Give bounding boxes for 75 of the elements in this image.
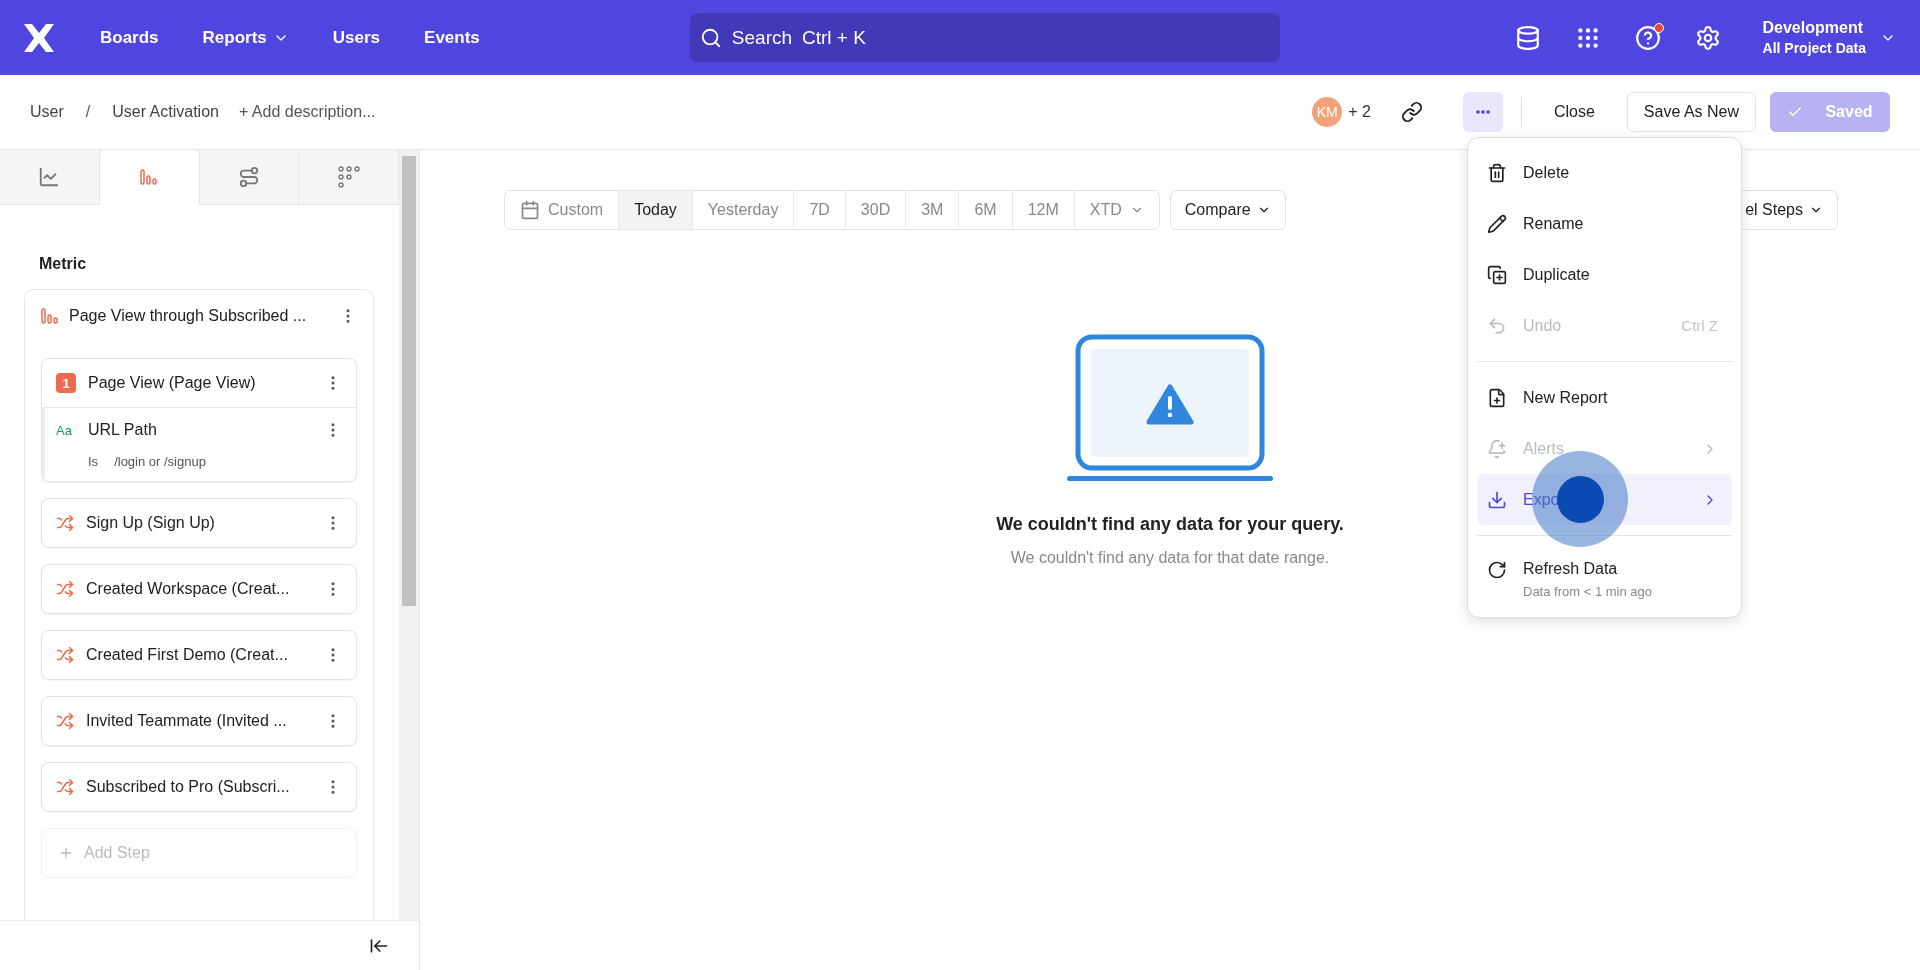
step-label: Sign Up (Sign Up) — [86, 514, 216, 532]
ellipsis-icon — [1475, 110, 1490, 114]
breadcrumb-separator: / — [85, 103, 91, 121]
empty-title: We couldn't find any data for your query. — [996, 514, 1344, 535]
search-label: Search — [731, 26, 793, 49]
menu-item[interactable]: Rename — [1477, 198, 1732, 249]
nav-item[interactable]: Events — [424, 27, 480, 48]
settings-icon[interactable] — [1694, 24, 1721, 51]
refresh-icon — [1487, 560, 1507, 580]
text-type-label: Aa — [56, 422, 73, 438]
shuffle-icon — [56, 646, 74, 664]
nav-item[interactable]: Boards — [100, 27, 159, 48]
more-button[interactable] — [1462, 92, 1503, 132]
pencil-icon — [1487, 213, 1507, 234]
close-button[interactable]: Close — [1543, 95, 1605, 129]
step-label: Subscribed to Pro (Subscri... — [86, 778, 291, 796]
breadcrumb-item[interactable]: User — [30, 103, 64, 121]
step-card[interactable]: Sign Up (Sign Up) — [41, 498, 357, 548]
step-card[interactable]: Created Workspace (Creat... — [41, 564, 357, 614]
help-icon[interactable] — [1634, 24, 1661, 51]
step-card[interactable]: 1 Page View (Page View) Aa URL Path Is /login or /signup — [41, 358, 357, 482]
step-card[interactable]: Created First Demo (Creat... — [41, 630, 357, 680]
menu-item[interactable]: Duplicate — [1477, 249, 1732, 300]
shuffle-icon — [56, 580, 74, 598]
trash-icon — [1487, 162, 1507, 183]
compare-button[interactable]: Compare — [1169, 190, 1286, 230]
collaborator-count: + 2 — [1348, 103, 1371, 121]
date-range-option[interactable]: Custom — [505, 191, 620, 229]
shuffle-icon — [56, 514, 74, 532]
calendar-icon — [520, 200, 540, 220]
file-plus-icon — [1487, 387, 1507, 408]
bell-plus-icon — [1487, 438, 1507, 459]
sidebar-tab[interactable] — [199, 150, 300, 205]
menu-item[interactable]: New Report — [1477, 372, 1732, 423]
shuffle-icon — [56, 778, 74, 796]
plus-icon — [58, 845, 74, 861]
search-icon — [699, 26, 722, 49]
step-label: Invited Teammate (Invited ... — [86, 712, 288, 730]
copy-plus-icon — [1487, 264, 1507, 285]
dots-icon — [337, 166, 360, 188]
logo-icon[interactable] — [24, 23, 54, 52]
download-icon — [1487, 489, 1507, 510]
breadcrumb-item[interactable]: User Activation — [112, 103, 219, 121]
step-card[interactable]: Subscribed to Pro (Subscri... — [41, 762, 357, 812]
scrollbar[interactable] — [399, 150, 419, 920]
nav-item[interactable]: Reports — [202, 27, 289, 48]
filter-operator: Is — [88, 454, 99, 469]
step-card[interactable]: Invited Teammate (Invited ... — [41, 696, 357, 746]
step-label: Created Workspace (Creat... — [86, 580, 291, 598]
step-number: 1 — [56, 373, 76, 393]
bar-chart-icon — [140, 169, 159, 185]
filter-value: /login or /signup — [114, 454, 206, 469]
save-as-new-button[interactable]: Save As New — [1626, 92, 1756, 132]
shortcut-label: Ctrl + K — [802, 26, 866, 49]
shortcut-label: Ctrl Z — [1681, 317, 1718, 334]
empty-message: We couldn't find any data for that date range. — [1010, 549, 1330, 567]
undo-icon — [1487, 315, 1507, 336]
step-label: Created First Demo (Creat... — [86, 646, 289, 664]
section-title: Metric — [39, 255, 88, 273]
date-range-option[interactable]: Today — [619, 191, 693, 229]
nav-item[interactable]: Users — [332, 27, 381, 48]
route-icon — [237, 166, 260, 188]
menu-item[interactable]: Refresh Data Data from < 1 min ago — [1477, 546, 1732, 611]
search-button[interactable]: Search Ctrl + K — [689, 13, 1280, 62]
metric-name[interactable]: Page View through Subscribed ... — [69, 307, 329, 325]
step-label: Page View (Page View) — [88, 374, 257, 392]
menu-item-note: Data from < 1 min ago — [1523, 584, 1652, 599]
link-icon[interactable] — [1400, 101, 1423, 123]
shuffle-icon — [56, 712, 74, 730]
filter-property: URL Path — [88, 421, 158, 439]
add-description-link[interactable]: + Add description... — [238, 103, 376, 121]
funnel-bars-icon — [41, 308, 59, 324]
menu-item[interactable]: Delete — [1477, 147, 1732, 198]
project-switcher[interactable]: Development All Project Data — [1762, 19, 1896, 56]
line-chart-icon — [38, 166, 61, 188]
